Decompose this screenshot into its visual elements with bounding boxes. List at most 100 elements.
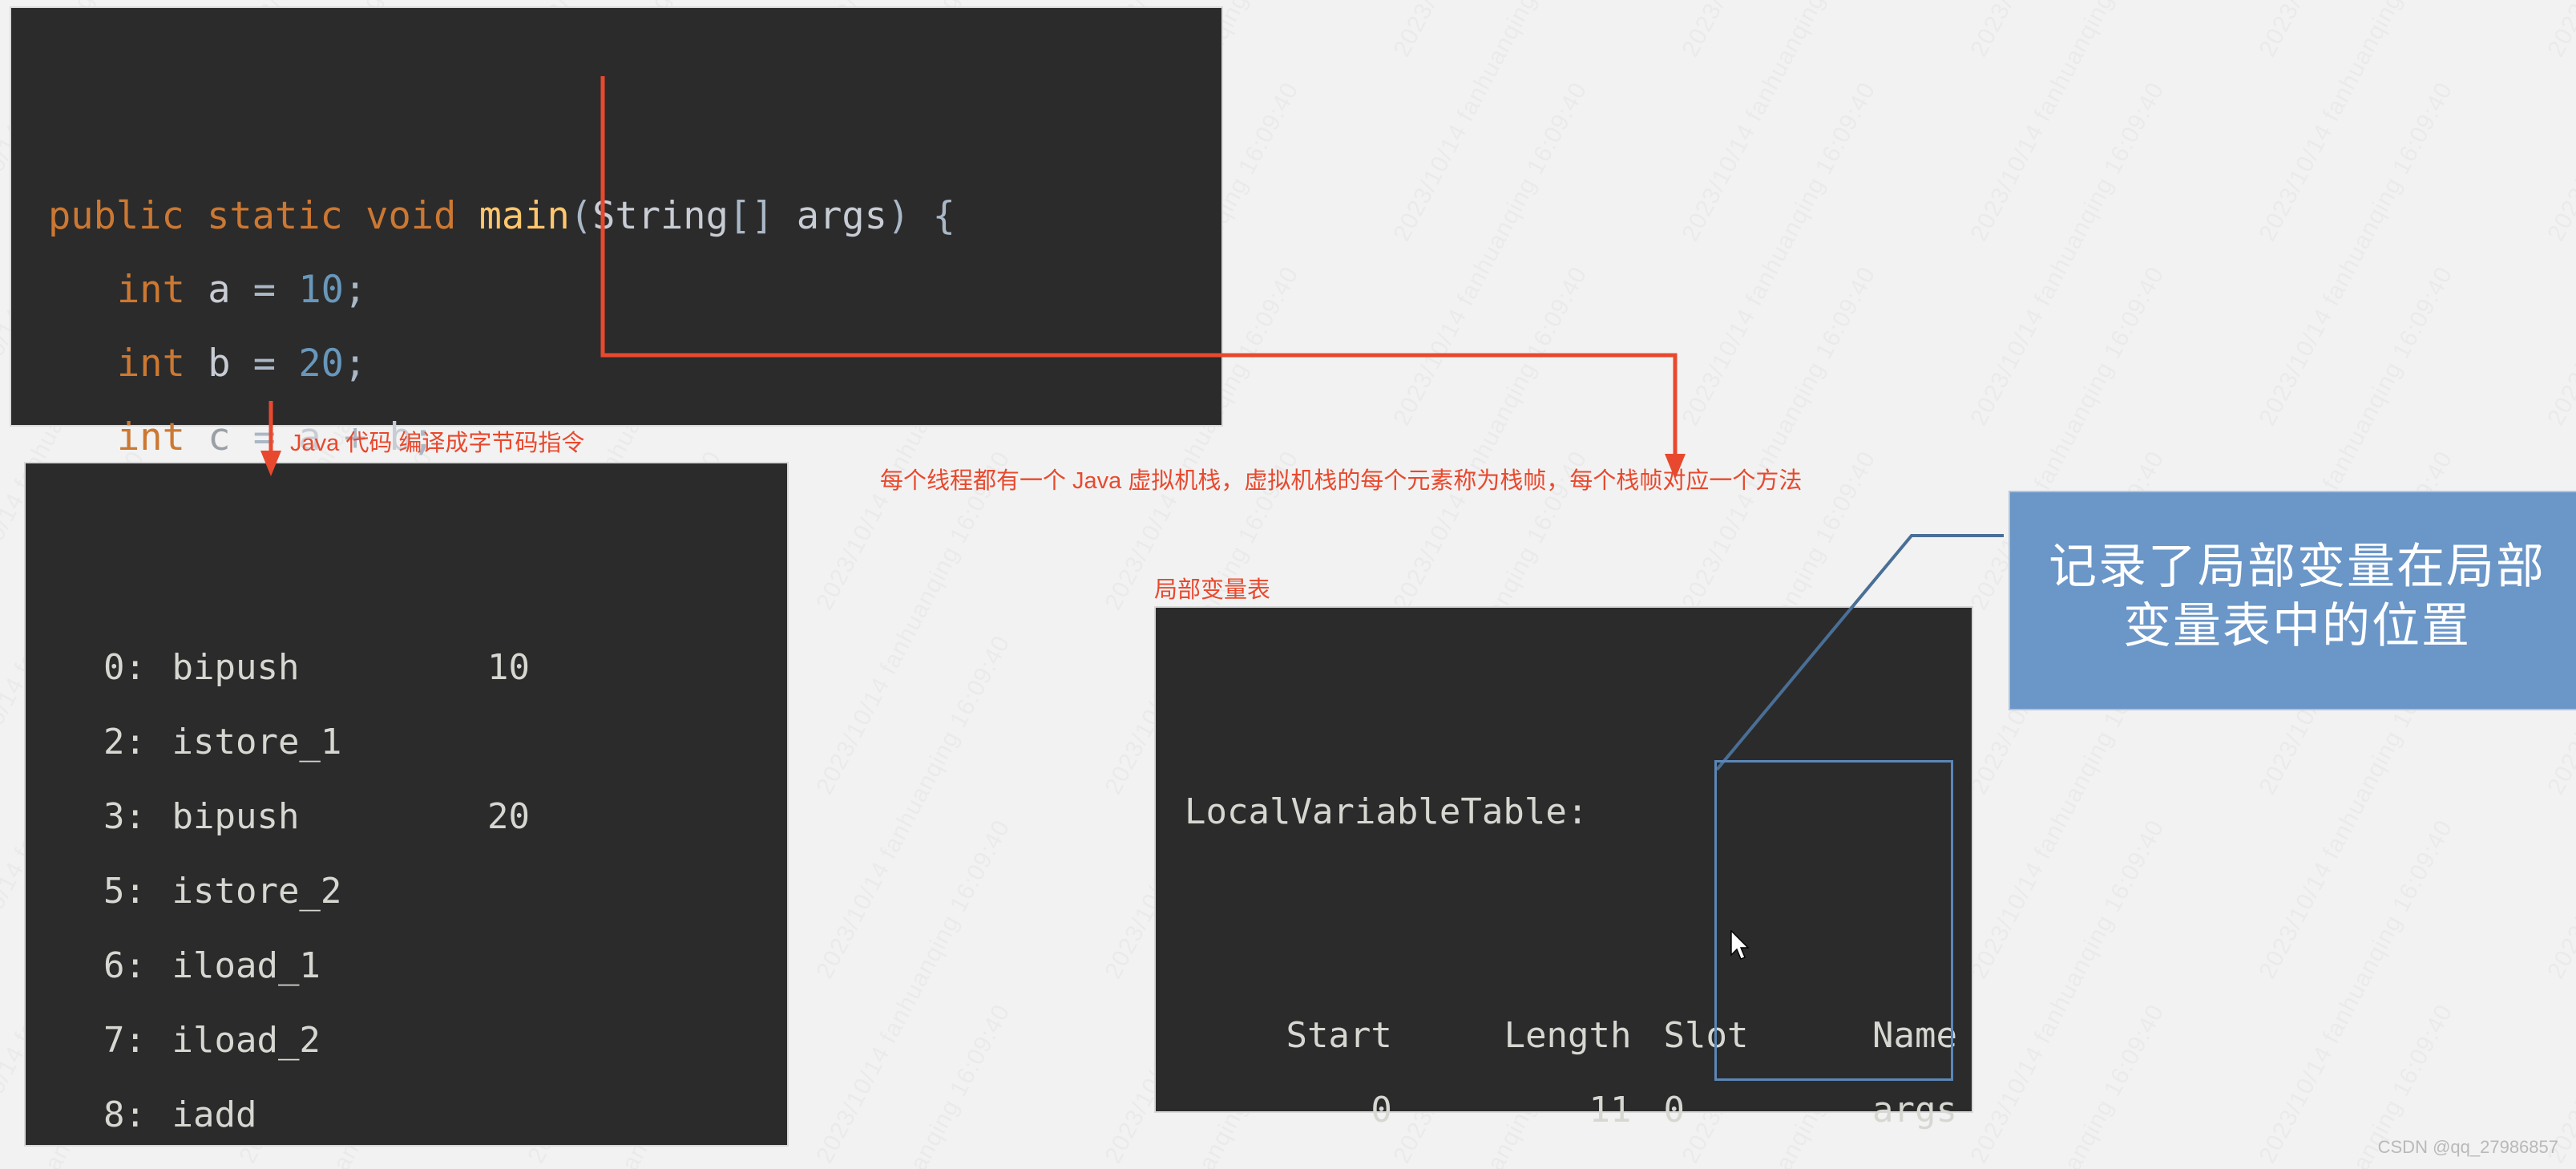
code-token: int [117,342,185,386]
watermark-text: 2023/10/14 fanhuanqing 16:09:40 [1965,815,2170,1168]
watermark-text: 2023/10/14 fanhuanqing 16:09:40 [1388,78,1593,431]
watermark-text: 2023/10/14 fanhuanqing 16:09:40 [1388,0,1593,62]
bytecode-mnemonic: iload_1 [151,945,321,986]
watermark-text: 2023/10/14 fanhuanqing 16:09:40 [2254,78,2458,431]
lvt-cell-start: 0 [1371,1090,1392,1131]
code-token: 20 [298,342,344,386]
code-token: void [365,194,457,238]
bytecode-instruction-row: 5: istore_2 [26,854,787,928]
watermark-text: 2023/10/14 fanhuanqing 16:09:40 [2542,78,2576,431]
code-token: [] [728,194,797,238]
watermark-text: 2023/10/14 fanhuanqing 16:09:40 [1677,0,1881,246]
bytecode-instruction-row: 9: istore_3 [26,1152,787,1169]
watermark-text: 2023/10/14 fanhuanqing 16:09:40 [811,815,1015,1168]
code-token: String [592,194,729,238]
bytecode-mnemonic: bipush [151,796,300,837]
watermark-text: 2023/10/14 fanhuanqing 16:09:40 [2254,0,2458,246]
code-token: = [230,415,299,459]
lvt-header-row: Start Length Slot Name [1185,998,1972,1073]
lvt-cell-name: args [1872,1090,1957,1131]
annotation-compile-note: Java 代码 编译成字节码指令 [290,431,585,456]
bytecode-instruction-row: 6: iload_1 [26,928,787,1003]
watermark-text: 2023/10/14 fanhuanqing 16:09:40 [1677,0,1881,62]
bytecode-mnemonic: istore_2 [151,871,342,912]
bytecode-mnemonic: istore_3 [151,1152,487,1169]
diagram-canvas: 2023/10/14 fanhuanqing 16:09:402023/10/1… [0,0,2576,1169]
java-code-line: int b = 20; [11,327,1221,401]
lvt-row: 0 11 0 args [1185,1073,1972,1147]
mouse-cursor [1730,930,1750,960]
bytecode-instruction-row: 2: istore_1 [26,705,787,779]
annotation-lvt-label: 局部变量表 [1154,577,1271,603]
watermark-text: 2023/10/14 fanhuanqing 16:09:40 [811,1000,1015,1169]
bytecode-instruction-row: 3: bipush 20 [26,779,787,854]
bytecode-operand: 20 [487,796,530,837]
lvt-cell-length: 11 [1589,1090,1632,1131]
code-token: static [207,194,343,238]
watermark-text: 2023/10/14 fanhuanqing 16:09:40 [1388,0,1593,246]
code-token: c [208,415,231,459]
lvt-body: 0110args381a652b1013c [1185,1073,1972,1169]
bytecode-offset: 0: [103,647,146,688]
lvt-cell-start: 3 [1185,1147,1400,1169]
watermark-text: 2023/10/14 fanhuanqing 16:09:40 [2542,0,2576,62]
watermark-text: 2023/10/14 fanhuanqing 16:09:40 [2542,815,2576,1168]
bytecode-offset: 8: [103,1094,146,1135]
code-token: args [796,194,887,238]
watermark-text: 2023/10/14 fanhuanqing 16:09:40 [1965,78,2170,431]
code-token: = [230,268,299,312]
code-token: ) { [886,194,955,238]
code-token: b [208,342,231,386]
code-token: ; [343,268,367,312]
bytecode-instruction-row: 8: iadd [26,1078,787,1152]
watermark-text: 2023/10/14 fanhuanqing 16:09:40 [2542,0,2576,246]
lvt-title: LocalVariableTable: [1185,791,1589,832]
bytecode-mnemonic: iadd [151,1094,257,1135]
watermark-text: 2023/10/14 fanhuanqing 16:09:40 [2254,815,2458,1168]
bytecode-offset: 2: [103,722,146,762]
watermark-text: 2023/10/14 fanhuanqing 16:09:40 [1965,1000,2170,1169]
annotation-stack-note: 每个线程都有一个 Java 虚拟机栈，虚拟机栈的每个元素称为栈帧，每个栈帧对应一… [880,468,1803,494]
lvt-col-name: Name [1872,1015,1957,1056]
code-token: public [48,194,184,238]
lvt-cell-slot: 0 [1663,1090,1686,1131]
watermark-text: 2023/10/14 fanhuanqing 16:09:40 [1965,0,2170,62]
watermark-text: 2023/10/14 fanhuanqing 16:09:40 [1677,262,1881,615]
watermark-text: 2023/10/14 fanhuanqing 16:09:40 [1677,78,1881,431]
lvt-col-length: Length [1504,1015,1632,1056]
bytecode-operand: 10 [487,647,530,688]
bytecode-mnemonic: iload_2 [151,1020,321,1061]
bytecode-panel: 0: bipush 10 2: istore_1 3: bipush 20 5: isto… [26,463,787,1145]
bytecode-mnemonic: bipush [151,647,300,688]
callout-box: 记录了局部变量在局部变量表中的位置 [2009,491,2576,710]
lvt-cell-length: 8 [1400,1147,1641,1169]
csdn-credit: CSDN @qq_27986857 [2377,1137,2558,1157]
code-token: a [208,268,231,312]
java-code-line: public static void main(String[] args) { [11,180,1221,253]
bytecode-offset: 6: [103,945,146,986]
watermark-text: 2023/10/14 fanhuanqing 16:09:40 [1388,262,1593,615]
bytecode-offset: 9: [26,1152,151,1169]
callout-text: 记录了局部变量在局部变量表中的位置 [2049,540,2546,653]
watermark-text: 2023/10/14 fanhuanqing 16:09:40 [1965,0,2170,246]
watermark-text: 2023/10/14 fanhuanqing 16:09:40 [2254,0,2458,62]
bytecode-instruction-list: 0: bipush 10 2: istore_1 3: bipush 20 5: isto… [26,630,787,1169]
bytecode-instruction-row: 7: iload_2 [26,1003,787,1078]
lvt-cell-name: a [1795,1147,1972,1169]
bytecode-offset: 5: [103,871,146,912]
bytecode-offset: 7: [103,1020,146,1061]
code-token: = [230,342,299,386]
lvt-cell-slot: 1 [1641,1147,1796,1169]
bytecode-instruction-row: 0: bipush 10 [26,630,787,705]
code-token: main [478,194,570,238]
java-code-panel: public static void main(String[] args) {… [11,8,1221,533]
code-token: ; [343,342,367,386]
code-token: int [117,415,185,459]
lvt-col-start: Start [1286,1015,1392,1056]
